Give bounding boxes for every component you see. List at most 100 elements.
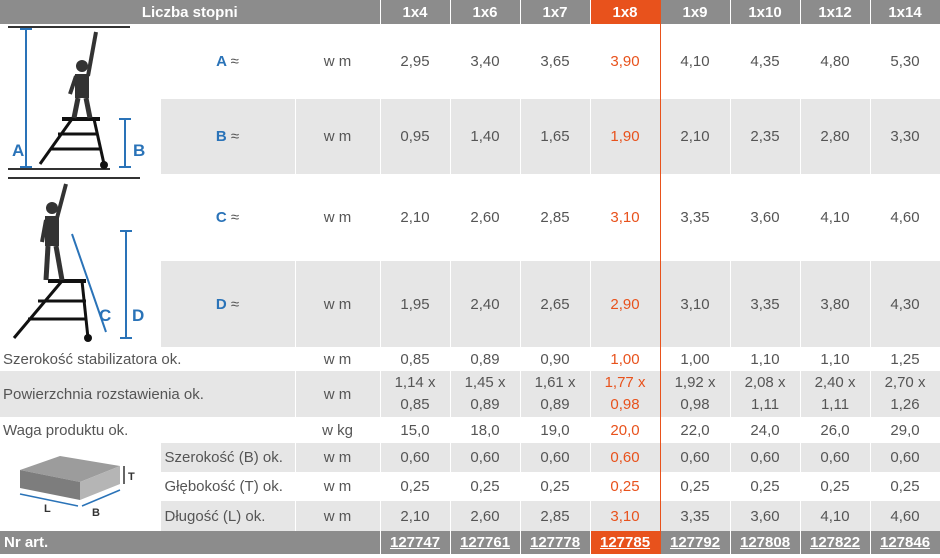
value-cell: 22,0 bbox=[660, 417, 731, 443]
value-cell: 0,25 bbox=[450, 472, 521, 501]
header-col-1x8: 1x8 bbox=[589, 0, 661, 24]
article-link[interactable]: 127808 bbox=[730, 531, 801, 554]
value-cell: 29,0 bbox=[870, 417, 940, 443]
value-cell: 3,60 bbox=[730, 174, 801, 261]
header-col-1x9: 1x9 bbox=[660, 0, 731, 24]
value-cell: 0,60 bbox=[520, 443, 591, 472]
value-cell-selected: 1,90 bbox=[589, 99, 661, 174]
header-col-1x14: 1x14 bbox=[870, 0, 940, 24]
value-cell: 1,14 x 0,85 bbox=[380, 371, 451, 417]
table-row: Waga produktu ok. w kg 15,0 18,0 19,0 20… bbox=[0, 417, 940, 443]
value-cell: 2,08 x 1,11 bbox=[730, 371, 801, 417]
unit-cell: w m bbox=[295, 501, 381, 531]
value-cell: 0,25 bbox=[870, 472, 940, 501]
value-cell: 0,60 bbox=[800, 443, 871, 472]
value-cell: 0,85 bbox=[380, 347, 451, 371]
value-cell: 3,35 bbox=[660, 174, 731, 261]
value-cell: 0,60 bbox=[730, 443, 801, 472]
package-letter-t: T bbox=[128, 471, 135, 483]
unit-cell: w m bbox=[295, 443, 381, 472]
value-cell: 1,92 x 0,98 bbox=[660, 371, 731, 417]
unit-cell: w m bbox=[295, 371, 381, 417]
value-cell: 4,10 bbox=[800, 174, 871, 261]
value-cell: 3,35 bbox=[660, 501, 731, 531]
value-cell: 2,35 bbox=[730, 99, 801, 174]
header-row: Liczba stopni 1x4 1x6 1x7 1x8 1x9 1x10 1… bbox=[0, 0, 940, 24]
article-link-selected[interactable]: 127785 bbox=[589, 531, 661, 554]
unit-cell: w m bbox=[295, 472, 381, 501]
value-cell-selected: 1,77 x 0,98 bbox=[589, 371, 661, 417]
value-cell: 0,25 bbox=[730, 472, 801, 501]
article-link[interactable]: 127846 bbox=[870, 531, 940, 554]
value-cell: 2,70 x 1,26 bbox=[870, 371, 940, 417]
value-cell: 4,30 bbox=[870, 261, 940, 347]
value-cell: 24,0 bbox=[730, 417, 801, 443]
row-label-setup-area: Powierzchnia rozstawienia ok. bbox=[0, 371, 296, 417]
table-row: A B A ≈ w m 2,95 3,40 3,65 3,90 4,10 4,3… bbox=[0, 24, 940, 174]
unit-cell: w m bbox=[295, 261, 381, 347]
value-cell: 0,90 bbox=[520, 347, 591, 371]
value-cell: 1,10 bbox=[800, 347, 871, 371]
value-cell: 3,35 bbox=[730, 261, 801, 347]
table-row: Szerokość stabilizatora ok. w m 0,85 0,8… bbox=[0, 347, 940, 371]
header-col-1x10: 1x10 bbox=[730, 0, 801, 24]
row-label-c: C ≈ bbox=[160, 174, 296, 261]
article-link[interactable]: 127792 bbox=[660, 531, 731, 554]
value-cell: 2,65 bbox=[520, 261, 591, 347]
value-cell: 15,0 bbox=[380, 417, 451, 443]
value-cell: 3,30 bbox=[870, 99, 940, 174]
value-cell-selected: 3,90 bbox=[589, 24, 661, 99]
diagram-letter-b: B bbox=[133, 141, 145, 160]
diagram-letter-c: C bbox=[99, 306, 111, 325]
value-cell: 3,60 bbox=[730, 501, 801, 531]
row-label-d: D ≈ bbox=[160, 261, 296, 347]
unit-cell: w kg bbox=[295, 417, 381, 443]
value-cell: 2,10 bbox=[380, 501, 451, 531]
value-cell: 2,40 bbox=[450, 261, 521, 347]
ladder-ab-illustration: A B bbox=[8, 26, 145, 170]
ladder-cd-illustration: D C bbox=[8, 176, 144, 342]
unit-cell: w m bbox=[295, 174, 381, 261]
value-cell: 0,60 bbox=[660, 443, 731, 472]
value-cell: 4,80 bbox=[800, 24, 871, 99]
value-cell-selected: 2,90 bbox=[589, 261, 661, 347]
value-cell: 3,10 bbox=[660, 261, 731, 347]
article-link[interactable]: 127822 bbox=[800, 531, 871, 554]
value-cell-selected: 3,10 bbox=[589, 174, 661, 261]
value-cell: 4,60 bbox=[870, 501, 940, 531]
value-cell: 1,00 bbox=[660, 347, 731, 371]
unit-cell: w m bbox=[295, 347, 381, 371]
header-label: Liczba stopni bbox=[0, 0, 381, 24]
value-cell-selected: 20,0 bbox=[589, 417, 661, 443]
article-link[interactable]: 127778 bbox=[520, 531, 591, 554]
article-link[interactable]: 127747 bbox=[380, 531, 451, 554]
row-label-package-length: Długość (L) ok. bbox=[160, 501, 296, 531]
value-cell: 4,35 bbox=[730, 24, 801, 99]
header-col-1x12: 1x12 bbox=[800, 0, 871, 24]
value-cell: 2,10 bbox=[380, 174, 451, 261]
value-cell: 0,60 bbox=[870, 443, 940, 472]
value-cell-selected: 0,60 bbox=[589, 443, 661, 472]
ladder-diagram-cd: D C bbox=[0, 174, 161, 347]
value-cell-selected: 0,25 bbox=[589, 472, 661, 501]
article-link[interactable]: 127761 bbox=[450, 531, 521, 554]
package-letter-b: B bbox=[92, 507, 100, 519]
row-label-weight: Waga produktu ok. bbox=[0, 417, 296, 443]
value-cell: 0,95 bbox=[380, 99, 451, 174]
value-cell: 19,0 bbox=[520, 417, 591, 443]
diagram-letter-d: D bbox=[132, 306, 144, 325]
value-cell: 1,45 x 0,89 bbox=[450, 371, 521, 417]
header-col-1x6: 1x6 bbox=[450, 0, 521, 24]
unit-cell: w m bbox=[295, 99, 381, 174]
row-label-a: A ≈ bbox=[160, 24, 296, 99]
value-cell: 1,61 x 0,89 bbox=[520, 371, 591, 417]
package-diagram: T L B bbox=[0, 443, 161, 531]
value-cell: 3,80 bbox=[800, 261, 871, 347]
header-col-1x7: 1x7 bbox=[520, 0, 591, 24]
package-letter-l: L bbox=[44, 503, 51, 515]
value-cell: 0,89 bbox=[450, 347, 521, 371]
table-row: Powierzchnia rozstawienia ok. w m 1,14 x… bbox=[0, 371, 940, 417]
value-cell: 0,25 bbox=[800, 472, 871, 501]
value-cell: 5,30 bbox=[870, 24, 940, 99]
value-cell: 1,65 bbox=[520, 99, 591, 174]
